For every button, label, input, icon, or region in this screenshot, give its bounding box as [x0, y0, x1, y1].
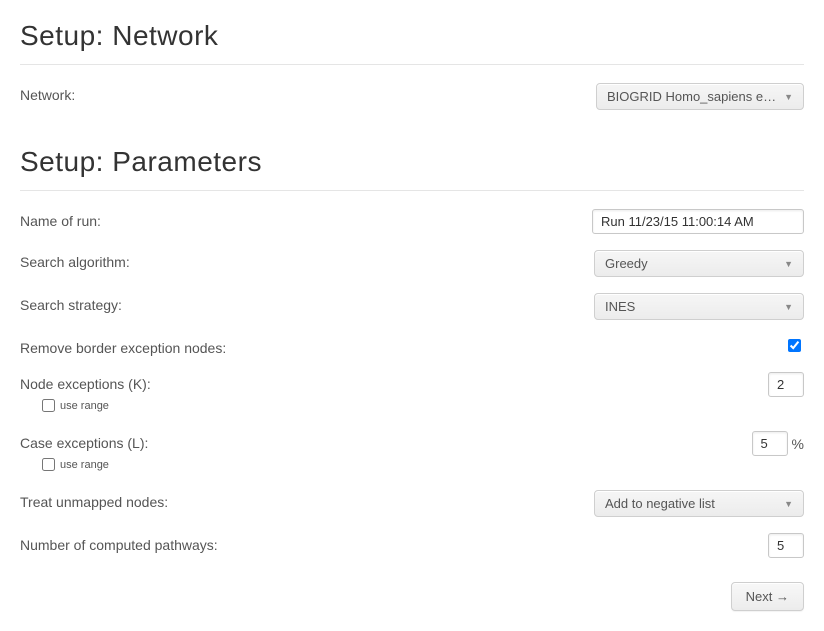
case-exceptions-label: Case exceptions (L):: [20, 431, 148, 451]
treat-unmapped-value: Add to negative list: [605, 496, 715, 511]
use-range-label: use range: [60, 400, 109, 412]
section-title-network: Setup: Network: [20, 20, 804, 52]
treat-unmapped-dropdown[interactable]: Add to negative list ▼: [594, 490, 804, 517]
name-of-run-label: Name of run:: [20, 209, 101, 229]
next-button[interactable]: Next →: [731, 582, 804, 611]
node-exceptions-input[interactable]: [768, 372, 804, 397]
chevron-down-icon: ▼: [784, 499, 793, 509]
divider: [20, 64, 804, 65]
search-algorithm-dropdown[interactable]: Greedy ▼: [594, 250, 804, 277]
network-dropdown[interactable]: BIOGRID Homo_sapiens e… ▼: [596, 83, 804, 110]
search-algorithm-label: Search algorithm:: [20, 250, 130, 270]
network-dropdown-value: BIOGRID Homo_sapiens e…: [607, 89, 776, 104]
treat-unmapped-label: Treat unmapped nodes:: [20, 490, 168, 510]
case-exceptions-use-range-checkbox[interactable]: [42, 458, 55, 471]
next-button-label: Next →: [746, 589, 789, 604]
search-algorithm-value: Greedy: [605, 256, 648, 271]
chevron-down-icon: ▼: [784, 259, 793, 269]
node-exceptions-label: Node exceptions (K):: [20, 372, 151, 392]
search-strategy-value: INES: [605, 299, 635, 314]
remove-border-label: Remove border exception nodes:: [20, 336, 226, 356]
num-pathways-label: Number of computed pathways:: [20, 533, 218, 553]
num-pathways-input[interactable]: [768, 533, 804, 558]
search-strategy-dropdown[interactable]: INES ▼: [594, 293, 804, 320]
network-label: Network:: [20, 83, 75, 103]
remove-border-checkbox[interactable]: [788, 339, 801, 352]
search-strategy-label: Search strategy:: [20, 293, 122, 313]
percent-label: %: [792, 436, 804, 452]
chevron-down-icon: ▼: [784, 92, 793, 102]
case-exceptions-input[interactable]: [752, 431, 788, 456]
chevron-down-icon: ▼: [784, 302, 793, 312]
divider: [20, 190, 804, 191]
section-title-parameters: Setup: Parameters: [20, 146, 804, 178]
node-exceptions-use-range-checkbox[interactable]: [42, 399, 55, 412]
use-range-label: use range: [60, 459, 109, 471]
name-of-run-input[interactable]: [592, 209, 804, 234]
